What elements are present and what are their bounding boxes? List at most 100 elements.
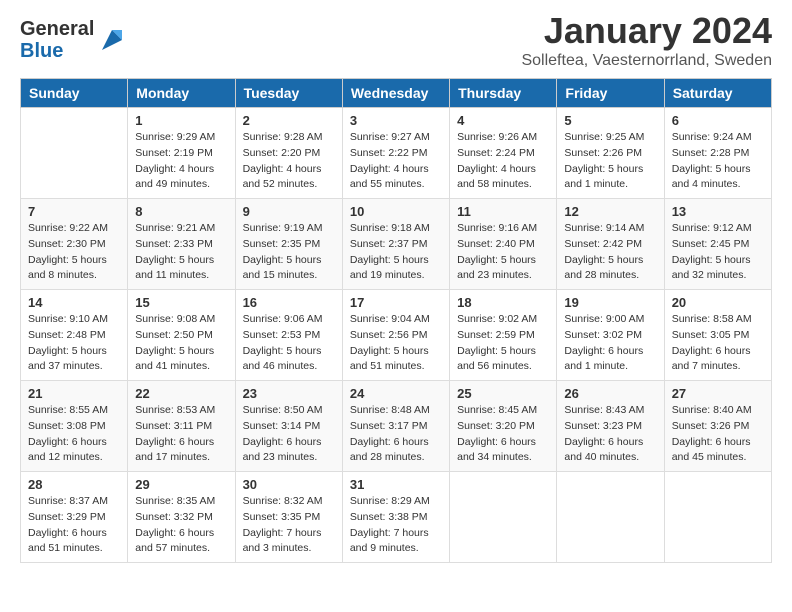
cell-info: Sunrise: 9:10 AMSunset: 2:48 PMDaylight:… [28, 312, 120, 375]
cell-info: Sunrise: 9:12 AMSunset: 2:45 PMDaylight:… [672, 221, 764, 284]
day-number: 19 [564, 295, 656, 310]
week-row-3: 21 Sunrise: 8:55 AMSunset: 3:08 PMDayligh… [21, 381, 772, 472]
col-header-saturday: Saturday [664, 79, 771, 108]
col-header-tuesday: Tuesday [235, 79, 342, 108]
calendar-cell: 24Sunrise: 8:48 AMSunset: 3:17 PMDayligh… [342, 381, 449, 472]
day-number: 13 [672, 204, 764, 219]
cell-info: Sunrise: 9:02 AMSunset: 2:59 PMDaylight:… [457, 312, 549, 375]
week-row-2: 14 Sunrise: 9:10 AMSunset: 2:48 PMDayligh… [21, 290, 772, 381]
cell-info: Sunrise: 8:29 AMSunset: 3:38 PMDaylight:… [350, 494, 442, 557]
cell-info: Sunrise: 9:00 AMSunset: 3:02 PMDaylight:… [564, 312, 656, 375]
calendar-cell: 10 Sunrise: 9:18 AMSunset: 2:37 PMDayligh… [342, 199, 449, 290]
cell-info: Sunrise: 9:18 AMSunset: 2:37 PMDaylight:… [350, 221, 442, 284]
calendar-cell: 25 Sunrise: 8:45 AMSunset: 3:20 PMDayligh… [450, 381, 557, 472]
day-number: 15 [135, 295, 227, 310]
calendar-cell: 20Sunrise: 8:58 AMSunset: 3:05 PMDayligh… [664, 290, 771, 381]
day-number: 20 [672, 295, 764, 310]
day-number: 3 [350, 113, 442, 128]
calendar-cell: 16Sunrise: 9:06 AMSunset: 2:53 PMDayligh… [235, 290, 342, 381]
header-row: SundayMondayTuesdayWednesdayThursdayFrid… [21, 79, 772, 108]
day-number: 18 [457, 295, 549, 310]
calendar-cell: 30 Sunrise: 8:32 AMSunset: 3:35 PMDayligh… [235, 472, 342, 563]
day-number: 5 [564, 113, 656, 128]
week-row-4: 28 Sunrise: 8:37 AMSunset: 3:29 PMDayligh… [21, 472, 772, 563]
calendar-cell: 5 Sunrise: 9:25 AMSunset: 2:26 PMDaylight… [557, 108, 664, 199]
week-row-1: 7 Sunrise: 9:22 AMSunset: 2:30 PMDaylight… [21, 199, 772, 290]
cell-info: Sunrise: 8:55 AMSunset: 3:08 PMDaylight:… [28, 403, 120, 466]
col-header-monday: Monday [128, 79, 235, 108]
col-header-sunday: Sunday [21, 79, 128, 108]
cell-info: Sunrise: 8:35 AMSunset: 3:32 PMDaylight:… [135, 494, 227, 557]
cell-info: Sunrise: 9:06 AMSunset: 2:53 PMDaylight:… [243, 312, 335, 375]
day-number: 26 [564, 386, 656, 401]
day-number: 27 [672, 386, 764, 401]
month-title: January 2024 [521, 10, 772, 52]
col-header-thursday: Thursday [450, 79, 557, 108]
day-number: 7 [28, 204, 120, 219]
calendar-cell: 2Sunrise: 9:28 AMSunset: 2:20 PMDaylight… [235, 108, 342, 199]
cell-info: Sunrise: 9:27 AMSunset: 2:22 PMDaylight:… [350, 130, 442, 193]
day-number: 1 [135, 113, 227, 128]
cell-info: Sunrise: 9:24 AMSunset: 2:28 PMDaylight:… [672, 130, 764, 193]
day-number: 22 [135, 386, 227, 401]
calendar-cell: 19 Sunrise: 9:00 AMSunset: 3:02 PMDayligh… [557, 290, 664, 381]
calendar-table: SundayMondayTuesdayWednesdayThursdayFrid… [20, 78, 772, 563]
calendar-cell: 9 Sunrise: 9:19 AMSunset: 2:35 PMDaylight… [235, 199, 342, 290]
day-number: 6 [672, 113, 764, 128]
calendar-cell [450, 472, 557, 563]
calendar-cell: 22 Sunrise: 8:53 AMSunset: 3:11 PMDayligh… [128, 381, 235, 472]
col-header-wednesday: Wednesday [342, 79, 449, 108]
day-number: 9 [243, 204, 335, 219]
col-header-friday: Friday [557, 79, 664, 108]
week-row-0: 1Sunrise: 9:29 AMSunset: 2:19 PMDaylight… [21, 108, 772, 199]
calendar-cell [557, 472, 664, 563]
logo-general: General [20, 18, 94, 40]
day-number: 25 [457, 386, 549, 401]
calendar-cell: 23 Sunrise: 8:50 AMSunset: 3:14 PMDayligh… [235, 381, 342, 472]
calendar-cell: 26 Sunrise: 8:43 AMSunset: 3:23 PMDayligh… [557, 381, 664, 472]
cell-info: Sunrise: 9:25 AMSunset: 2:26 PMDaylight:… [564, 130, 656, 193]
title-block: January 2024 Solleftea, Vaesternorrland,… [521, 10, 772, 70]
day-number: 30 [243, 477, 335, 492]
day-number: 17 [350, 295, 442, 310]
calendar-cell: 4 Sunrise: 9:26 AMSunset: 2:24 PMDaylight… [450, 108, 557, 199]
day-number: 28 [28, 477, 120, 492]
day-number: 12 [564, 204, 656, 219]
calendar-cell: 29Sunrise: 8:35 AMSunset: 3:32 PMDayligh… [128, 472, 235, 563]
day-number: 8 [135, 204, 227, 219]
calendar-cell: 11Sunrise: 9:16 AMSunset: 2:40 PMDayligh… [450, 199, 557, 290]
day-number: 11 [457, 204, 549, 219]
day-number: 4 [457, 113, 549, 128]
cell-info: Sunrise: 8:43 AMSunset: 3:23 PMDaylight:… [564, 403, 656, 466]
cell-info: Sunrise: 9:14 AMSunset: 2:42 PMDaylight:… [564, 221, 656, 284]
calendar-cell: 14 Sunrise: 9:10 AMSunset: 2:48 PMDayligh… [21, 290, 128, 381]
day-number: 14 [28, 295, 120, 310]
cell-info: Sunrise: 9:22 AMSunset: 2:30 PMDaylight:… [28, 221, 120, 284]
day-number: 10 [350, 204, 442, 219]
calendar-cell: 6 Sunrise: 9:24 AMSunset: 2:28 PMDaylight… [664, 108, 771, 199]
calendar-cell: 3 Sunrise: 9:27 AMSunset: 2:22 PMDaylight… [342, 108, 449, 199]
day-number: 24 [350, 386, 442, 401]
day-number: 2 [243, 113, 335, 128]
cell-info: Sunrise: 8:40 AMSunset: 3:26 PMDaylight:… [672, 403, 764, 466]
calendar-cell: 18 Sunrise: 9:02 AMSunset: 2:59 PMDayligh… [450, 290, 557, 381]
calendar-cell: 31Sunrise: 8:29 AMSunset: 3:38 PMDayligh… [342, 472, 449, 563]
calendar-cell: 13 Sunrise: 9:12 AMSunset: 2:45 PMDayligh… [664, 199, 771, 290]
calendar-cell: 12 Sunrise: 9:14 AMSunset: 2:42 PMDayligh… [557, 199, 664, 290]
logo: General Blue [20, 18, 126, 62]
cell-info: Sunrise: 9:26 AMSunset: 2:24 PMDaylight:… [457, 130, 549, 193]
calendar-cell [21, 108, 128, 199]
cell-info: Sunrise: 8:32 AMSunset: 3:35 PMDaylight:… [243, 494, 335, 557]
cell-info: Sunrise: 9:08 AMSunset: 2:50 PMDaylight:… [135, 312, 227, 375]
logo-blue: Blue [20, 40, 94, 62]
calendar-cell: 21 Sunrise: 8:55 AMSunset: 3:08 PMDayligh… [21, 381, 128, 472]
calendar-cell: 8Sunrise: 9:21 AMSunset: 2:33 PMDaylight… [128, 199, 235, 290]
cell-info: Sunrise: 8:45 AMSunset: 3:20 PMDaylight:… [457, 403, 549, 466]
day-number: 21 [28, 386, 120, 401]
cell-info: Sunrise: 8:37 AMSunset: 3:29 PMDaylight:… [28, 494, 120, 557]
cell-info: Sunrise: 8:53 AMSunset: 3:11 PMDaylight:… [135, 403, 227, 466]
cell-info: Sunrise: 9:19 AMSunset: 2:35 PMDaylight:… [243, 221, 335, 284]
logo-icon [98, 26, 126, 54]
cell-info: Sunrise: 8:50 AMSunset: 3:14 PMDaylight:… [243, 403, 335, 466]
day-number: 23 [243, 386, 335, 401]
